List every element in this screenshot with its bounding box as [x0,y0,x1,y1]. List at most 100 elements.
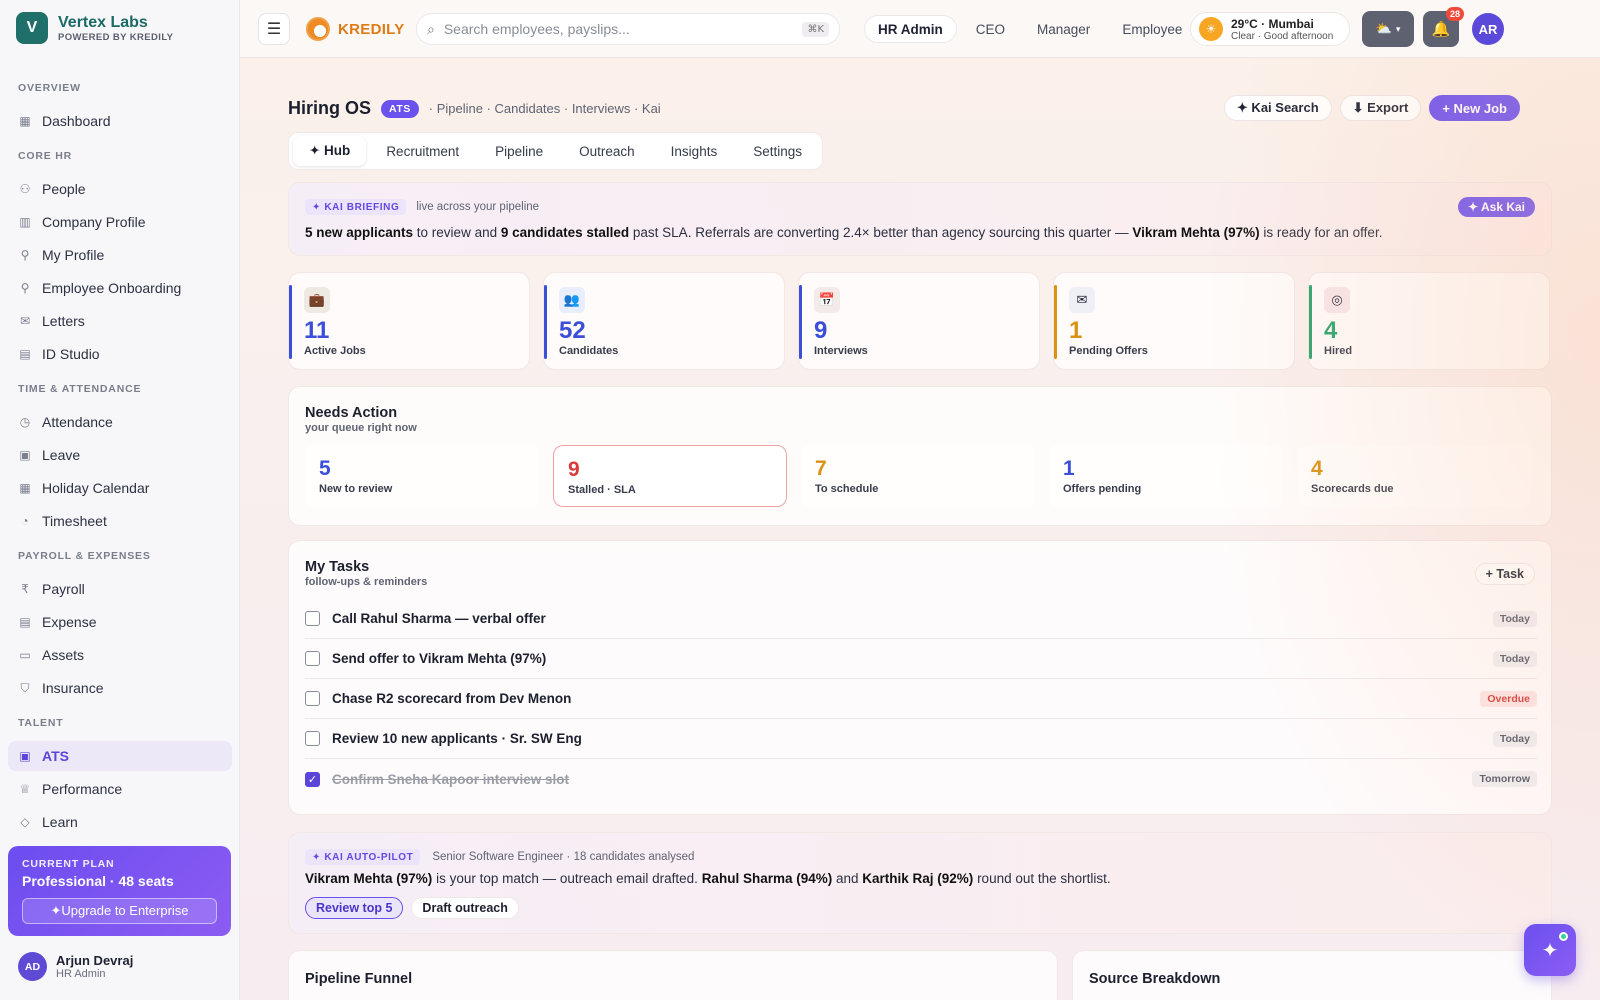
review-top-button[interactable]: Review top 5 [305,897,404,919]
task-row[interactable]: Chase R2 scorecard from Dev Menon Overdu… [305,679,1537,719]
stat-card-interviews[interactable]: 📅 9 Interviews [798,272,1040,370]
tab-pipeline[interactable]: Pipeline [479,136,559,166]
rupee-icon: ₹ [21,582,29,596]
export-button[interactable]: ⬇ Export [1339,95,1422,121]
menu-icon[interactable]: ☰ [258,13,290,45]
notification-count: 28 [1446,7,1464,21]
add-task-button[interactable]: + Task [1474,563,1535,585]
kredily-logo-icon [306,17,330,41]
people-icon: ⚇ [19,182,31,196]
due-badge: Overdue [1480,690,1537,707]
tab-hub[interactable]: ✦ Hub [293,136,367,166]
account-avatar[interactable]: AR [1472,13,1504,45]
stat-label: Pending Offers [1069,345,1148,357]
id-card-icon: ▤ [19,347,31,361]
page-title: Hiring OS [288,98,372,118]
receipt-icon: ▤ [19,615,31,629]
stat-card-candidates[interactable]: 👥 52 Candidates [543,272,785,370]
due-badge: Tomorrow [1472,771,1537,787]
kai-search-button[interactable]: ✦ Kai Search [1223,95,1332,121]
nav-section-title: OVERVIEW [18,82,81,94]
tab-insights[interactable]: Insights [655,136,734,166]
sidebar-item-ats[interactable]: ▣ ATS [8,741,232,771]
source-breakdown-card: Source Breakdown [1072,950,1552,1000]
task-checkbox[interactable] [305,691,320,706]
section-subtitle: your queue right now [305,422,417,434]
sidebar-item-leave[interactable]: ▣ Leave [8,440,232,470]
kai-assistant-button[interactable]: ✦ [1524,924,1576,976]
product-logo[interactable]: KREDILY [306,17,405,41]
sidebar-item-label: Dashboard [42,113,111,129]
task-checkbox[interactable]: ✓ [305,771,320,787]
brand[interactable]: V Vertex Labs POWERED BY KREDILY [16,12,173,44]
tab-settings[interactable]: Settings [737,136,818,166]
sidebar-item-dashboard[interactable]: ▦ Dashboard [8,106,232,136]
stat-card-active-jobs[interactable]: 💼 11 Active Jobs [288,272,530,370]
calendar-check-icon: ▣ [19,448,31,462]
kai-autopilot: ✦ KAI AUTO-PILOT Senior Software Enginee… [288,832,1552,934]
brand-logo: V [16,12,48,44]
sidebar-item-label: Insurance [42,680,104,696]
task-row[interactable]: ✓ Confirm Sneha Kapoor interview slot To… [305,759,1537,799]
stat-label: Hired [1324,345,1353,357]
sidebar-item-assets[interactable]: ▭ Assets [8,640,232,670]
task-row[interactable]: Send offer to Vikram Mehta (97%) Today [305,639,1537,679]
product-name: KREDILY [338,20,405,38]
sidebar-item-performance[interactable]: ♕ Performance [8,774,232,804]
sidebar-item-payroll[interactable]: ₹ Payroll [8,574,232,604]
role-employee[interactable]: Employee [1109,15,1195,43]
new-job-button[interactable]: + New Job [1429,95,1520,121]
sidebar-item-expense[interactable]: ▤ Expense [8,607,232,637]
sidebar-item-holiday-calendar[interactable]: ▦ Holiday Calendar [8,473,232,503]
sidebar-item-my-profile[interactable]: ⚲ My Profile [8,240,232,270]
tab-outreach[interactable]: Outreach [563,136,651,166]
task-checkbox[interactable] [305,651,320,666]
sidebar-item-letters[interactable]: ✉ Letters [8,306,232,336]
sidebar-item-label: Performance [42,781,123,797]
user-profile[interactable]: AD Arjun Devraj HR Admin [18,952,133,981]
sidebar-item-label: Assets [42,647,85,663]
page-header: Hiring OS ATS · Pipeline · Candidates · … [288,98,661,119]
sidebar-item-label: ID Studio [42,346,100,362]
action-stalled-sla[interactable]: 9 Stalled · SLA [553,445,787,507]
page-subtitle: · Pipeline · Candidates · Interviews · K… [428,101,661,116]
search-input[interactable] [443,21,803,37]
task-row[interactable]: Review 10 new applicants · Sr. SW Eng To… [305,719,1537,759]
sidebar-item-id-studio[interactable]: ▤ ID Studio [8,339,232,369]
needs-action-card: Needs Action your queue right now 5 New … [288,386,1552,526]
sidebar-item-attendance[interactable]: ◷ Attendance [8,407,232,437]
action-scorecards-due[interactable]: 4 Scorecards due [1297,445,1531,507]
briefing-text-part: past SLA. Referrals are converting 2.4× … [629,225,1133,240]
search-box[interactable]: ⌕ ⌘K [416,13,840,45]
notifications-button[interactable]: 🔔 28 [1423,7,1464,47]
task-row[interactable]: Call Rahul Sharma — verbal offer Today [305,599,1537,639]
theme-toggle[interactable]: ⛅ ▾ [1362,11,1414,47]
sidebar-item-learn[interactable]: ◇ Learn [8,807,232,837]
task-checkbox[interactable] [305,611,320,626]
monitor-icon: ▭ [19,648,31,662]
role-ceo[interactable]: CEO [963,15,1018,43]
section-title: Needs Action [305,405,398,421]
upgrade-button[interactable]: ✦Upgrade to Enterprise [22,898,217,924]
sidebar-item-company-profile[interactable]: ▥ Company Profile [8,207,232,237]
draft-outreach-button[interactable]: Draft outreach [411,897,519,919]
main-content: Hiring OS ATS · Pipeline · Candidates · … [240,58,1600,1000]
action-to-schedule[interactable]: 7 To schedule [801,445,1035,507]
weather-widget[interactable]: ☀ 29°C · Mumbai Clear · Good afternoon [1190,12,1350,46]
task-checkbox[interactable] [305,731,320,746]
action-new-to-review[interactable]: 5 New to review [305,445,539,507]
action-offers-pending[interactable]: 1 Offers pending [1049,445,1283,507]
sidebar-item-people[interactable]: ⚇ People [8,174,232,204]
role-manager[interactable]: Manager [1024,15,1103,43]
weather-status: Clear · Good afternoon [1231,30,1334,42]
sidebar-item-insurance[interactable]: ⛉ Insurance [8,673,232,703]
tab-recruitment[interactable]: Recruitment [370,136,475,166]
brand-subtitle: POWERED BY KREDILY [58,31,174,43]
sidebar-item-timesheet[interactable]: ◔ Timesheet [8,506,232,536]
plan-label: CURRENT PLAN [22,858,115,870]
stat-card-pending-offers[interactable]: ✉ 1 Pending Offers [1053,272,1295,370]
role-hr-admin[interactable]: HR Admin [864,15,957,43]
stat-card-hired[interactable]: ◎ 4 Hired [1308,272,1550,370]
ask-kai-button[interactable]: ✦ Ask Kai [1458,197,1535,217]
sidebar-item-employee-onboarding[interactable]: ⚲ Employee Onboarding [8,273,232,303]
